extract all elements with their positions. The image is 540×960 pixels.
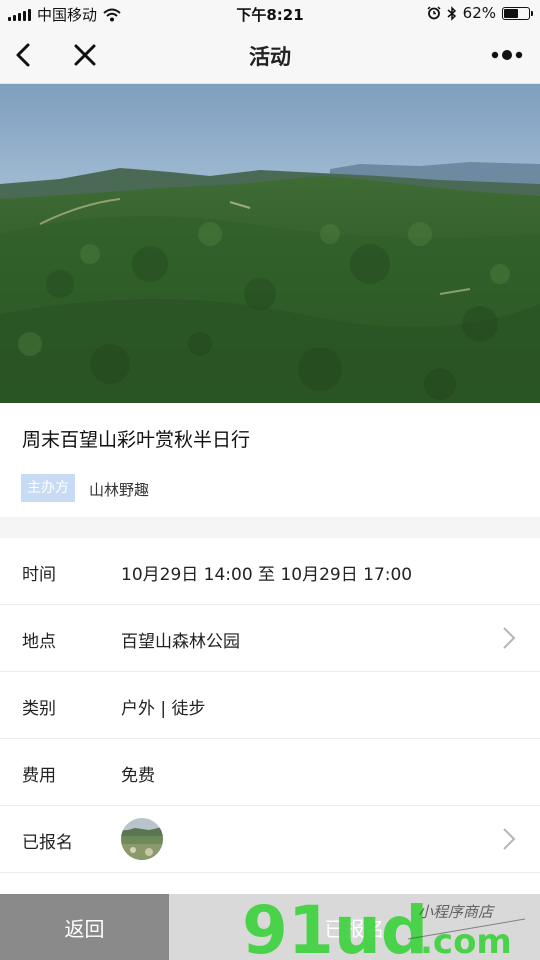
bluetooth-icon xyxy=(447,5,456,21)
info-row-time: 时间 10月29日 14:00 至 10月29日 17:00 xyxy=(0,538,540,605)
close-icon[interactable] xyxy=(70,40,100,70)
chevron-left-icon[interactable] xyxy=(10,40,40,70)
time-label: 时间 xyxy=(22,565,56,585)
info-row-fee: 费用 免费 xyxy=(0,739,540,806)
activity-header: 周末百望山彩叶赏秋半日行 主办方 山林野趣 xyxy=(0,403,540,517)
battery-percent: 62% xyxy=(462,4,496,22)
section-divider xyxy=(0,517,540,538)
fee-label: 费用 xyxy=(22,766,56,786)
status-bar: 中国移动 下午8:21 62% xyxy=(0,0,540,28)
chevron-right-icon xyxy=(503,627,516,649)
hero-image xyxy=(0,84,540,403)
location-value: 百望山森林公园 xyxy=(121,632,240,652)
organizer-tag: 主办方 xyxy=(21,474,75,502)
time-value: 10月29日 14:00 至 10月29日 17:00 xyxy=(121,565,413,585)
category-value: 户外 | 徒步 xyxy=(121,699,206,719)
back-button[interactable]: 返回 xyxy=(0,894,169,960)
location-label: 地点 xyxy=(22,632,56,652)
info-row-category: 类别 户外 | 徒步 xyxy=(0,672,540,739)
info-row-location[interactable]: 地点 百望山森林公园 xyxy=(0,605,540,672)
bottom-action-bar: 返回 已报名 xyxy=(0,894,540,960)
chevron-right-icon xyxy=(503,828,516,850)
signup-button[interactable]: 已报名 xyxy=(169,894,540,960)
avatar xyxy=(121,818,163,860)
nav-bar: 活动 xyxy=(0,28,540,84)
battery-icon xyxy=(502,6,533,20)
activity-screen: 中国移动 下午8:21 62% 活动 周末百望山彩叶赏秋半日行 主办方 山林野趣… xyxy=(0,0,540,960)
info-list: 时间 10月29日 14:00 至 10月29日 17:00 地点 百望山森林公… xyxy=(0,538,540,873)
alarm-icon xyxy=(427,6,441,20)
activity-title: 周末百望山彩叶赏秋半日行 xyxy=(22,429,251,451)
fee-value: 免费 xyxy=(121,766,155,786)
registered-label: 已报名 xyxy=(22,833,73,853)
info-row-registered[interactable]: 已报名 xyxy=(0,806,540,873)
more-dots-icon[interactable] xyxy=(490,42,526,68)
organizer-name: 山林野趣 xyxy=(89,481,150,499)
category-label: 类别 xyxy=(22,699,56,719)
